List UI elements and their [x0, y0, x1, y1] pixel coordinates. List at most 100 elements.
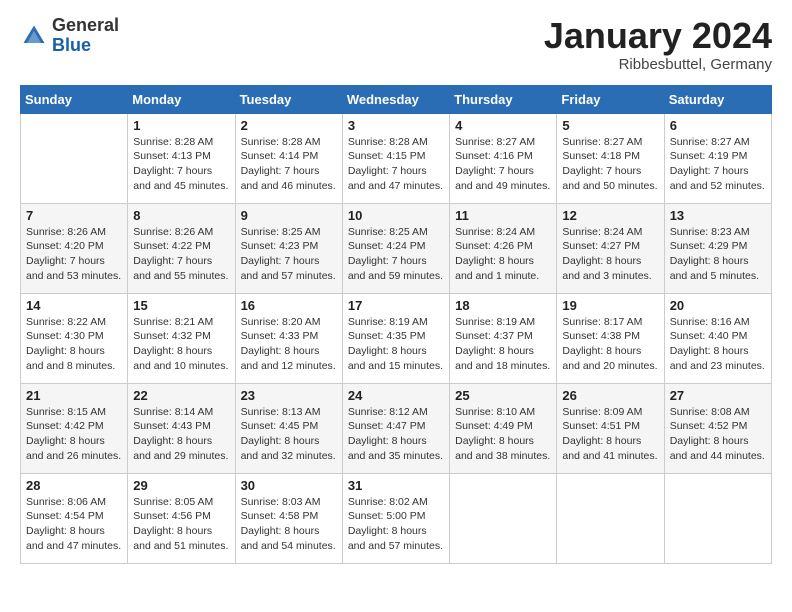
daylight-text: Daylight: 8 hours — [455, 255, 534, 267]
day-info: Sunrise: 8:22 AMSunset: 4:30 PMDaylight:… — [26, 315, 122, 374]
sunrise-text: Sunrise: 8:06 AM — [26, 496, 106, 508]
sunset-text: Sunset: 4:42 PM — [26, 420, 104, 432]
daylight-minutes-text: and and 53 minutes. — [26, 270, 121, 282]
table-row: 4Sunrise: 8:27 AMSunset: 4:16 PMDaylight… — [450, 113, 557, 203]
table-row: 5 Sunrise: 8:27 AMSunset: 4:18 PMDaylight… — [557, 113, 664, 203]
daylight-minutes-text: and and 20 minutes. — [562, 360, 657, 372]
table-row — [664, 473, 771, 563]
day-number: 9 — [241, 208, 337, 223]
page-header: General Blue January 2024 Ribbesbuttel, … — [20, 16, 772, 73]
col-tuesday: Tuesday — [235, 85, 342, 113]
day-number: 16 — [241, 298, 337, 313]
day-info: Sunrise: 8:27 AMSunset: 4:19 PMDaylight:… — [670, 135, 766, 194]
day-number: 11 — [455, 208, 551, 223]
sunset-text: Sunset: 4:20 PM — [26, 240, 104, 252]
daylight-text: Daylight: 8 hours — [348, 435, 427, 447]
logo-general: General — [52, 16, 119, 36]
table-row: 15Sunrise: 8:21 AMSunset: 4:32 PMDayligh… — [128, 293, 235, 383]
calendar-table: Sunday Monday Tuesday Wednesday Thursday… — [20, 85, 772, 564]
daylight-minutes-text: and and 54 minutes. — [241, 540, 336, 552]
sunset-text: Sunset: 4:18 PM — [562, 150, 640, 162]
day-info: Sunrise: 8:26 AMSunset: 4:22 PMDaylight:… — [133, 225, 229, 284]
day-number: 14 — [26, 298, 122, 313]
table-row: 6Sunrise: 8:27 AMSunset: 4:19 PMDaylight… — [664, 113, 771, 203]
sunrise-text: Sunrise: 8:10 AM — [455, 406, 535, 418]
table-row: 13 Sunrise: 8:23 AM Sunset: 4:29 PM Dayligh… — [664, 203, 771, 293]
day-number: 8 — [133, 208, 229, 223]
day-number: 1 — [133, 118, 229, 133]
daylight-text: Daylight: 8 hours — [348, 525, 427, 537]
header-row: Sunday Monday Tuesday Wednesday Thursday… — [21, 85, 772, 113]
day-number: 13 — [670, 208, 766, 223]
day-number: 22 — [133, 388, 229, 403]
daylight-text: Daylight: 8 hours — [562, 345, 641, 357]
daylight-text: Daylight: 8 hours — [562, 255, 641, 267]
day-number: 24 — [348, 388, 444, 403]
table-row: 14 Sunrise: 8:22 AMSunset: 4:30 PMDayligh… — [21, 293, 128, 383]
daylight-text: Daylight: 8 hours — [670, 345, 749, 357]
day-info: Sunrise: 8:02 AMSunset: 5:00 PMDaylight:… — [348, 495, 444, 554]
day-info: Sunrise: 8:14 AMSunset: 4:43 PMDaylight:… — [133, 405, 229, 464]
calendar-body: 1Sunrise: 8:28 AMSunset: 4:13 PMDaylight… — [21, 113, 772, 563]
sunset-text: Sunset: 4:27 PM — [562, 240, 640, 252]
daylight-minutes-text: and and 47 minutes. — [348, 180, 443, 192]
col-sunday: Sunday — [21, 85, 128, 113]
sunrise-text: Sunrise: 8:26 AM — [26, 226, 106, 238]
daylight-text: Daylight: 7 hours — [348, 165, 427, 177]
table-row: 28Sunrise: 8:06 AMSunset: 4:54 PMDayligh… — [21, 473, 128, 563]
daylight-text: Daylight: 7 hours — [348, 255, 427, 267]
day-number: 17 — [348, 298, 444, 313]
sunset-text: Sunset: 4:52 PM — [670, 420, 748, 432]
daylight-minutes-text: and and 38 minutes. — [455, 450, 550, 462]
daylight-text: Daylight: 8 hours — [26, 525, 105, 537]
table-row: 20Sunrise: 8:16 AMSunset: 4:40 PMDayligh… — [664, 293, 771, 383]
sunrise-text: Sunrise: 8:28 AM — [133, 136, 213, 148]
daylight-minutes-text: and and 59 minutes. — [348, 270, 443, 282]
day-info: Sunrise: 8:25 AMSunset: 4:23 PMDaylight:… — [241, 225, 337, 284]
day-info: Sunrise: 8:26 AMSunset: 4:20 PMDaylight:… — [26, 225, 122, 284]
daylight-minutes-text: and and 18 minutes. — [455, 360, 550, 372]
daylight-minutes-text: and and 50 minutes. — [562, 180, 657, 192]
sunrise-text: Sunrise: 8:12 AM — [348, 406, 428, 418]
day-info: Sunrise: 8:17 AMSunset: 4:38 PMDaylight:… — [562, 315, 658, 374]
table-row: 8 Sunrise: 8:26 AMSunset: 4:22 PMDaylight… — [128, 203, 235, 293]
daylight-text: Daylight: 8 hours — [455, 435, 534, 447]
sunset-text: Sunset: 4:58 PM — [241, 510, 319, 522]
daylight-text: Daylight: 7 hours — [241, 255, 320, 267]
day-number: 3 — [348, 118, 444, 133]
daylight-minutes-text: and and 47 minutes. — [26, 540, 121, 552]
sunset-text: Sunset: 4:49 PM — [455, 420, 533, 432]
day-number: 5 — [562, 118, 658, 133]
day-number: 15 — [133, 298, 229, 313]
day-info: Sunrise: 8:20 AMSunset: 4:33 PMDaylight:… — [241, 315, 337, 374]
day-info: Sunrise: 8:15 AMSunset: 4:42 PMDaylight:… — [26, 405, 122, 464]
col-wednesday: Wednesday — [342, 85, 449, 113]
table-row: 10Sunrise: 8:25 AMSunset: 4:24 PMDayligh… — [342, 203, 449, 293]
day-info: Sunrise: 8:24 AMSunset: 4:27 PMDaylight:… — [562, 225, 658, 284]
daylight-text: Daylight: 7 hours — [562, 165, 641, 177]
day-info: Sunrise: 8:05 AMSunset: 4:56 PMDaylight:… — [133, 495, 229, 554]
sunset-text: Sunset: 4:35 PM — [348, 330, 426, 342]
day-number: 26 — [562, 388, 658, 403]
day-info: Sunrise: 8:27 AMSunset: 4:16 PMDaylight:… — [455, 135, 551, 194]
sunrise-text: Sunrise: 8:23 AM — [670, 226, 750, 238]
daylight-text: Daylight: 8 hours — [670, 255, 749, 267]
daylight-text: Daylight: 8 hours — [241, 345, 320, 357]
sunset-text: Sunset: 4:45 PM — [241, 420, 319, 432]
sunrise-text: Sunrise: 8:13 AM — [241, 406, 321, 418]
daylight-text: Daylight: 8 hours — [455, 345, 534, 357]
sunset-text: Sunset: 4:19 PM — [670, 150, 748, 162]
daylight-minutes-text: and and 23 minutes. — [670, 360, 765, 372]
day-info: Sunrise: 8:27 AMSunset: 4:18 PMDaylight:… — [562, 135, 658, 194]
daylight-minutes-text: and and 55 minutes. — [133, 270, 228, 282]
sunset-text: Sunset: 4:22 PM — [133, 240, 211, 252]
day-info: Sunrise: 8:09 AMSunset: 4:51 PMDaylight:… — [562, 405, 658, 464]
daylight-minutes-text: and and 32 minutes. — [241, 450, 336, 462]
day-number: 29 — [133, 478, 229, 493]
day-info: Sunrise: 8:13 AMSunset: 4:45 PMDaylight:… — [241, 405, 337, 464]
sunrise-text: Sunrise: 8:21 AM — [133, 316, 213, 328]
daylight-minutes-text: and and 52 minutes. — [670, 180, 765, 192]
sunset-text: Sunset: 4:29 PM — [670, 240, 748, 252]
logo-blue: Blue — [52, 36, 119, 56]
sunrise-text: Sunrise: 8:28 AM — [241, 136, 321, 148]
